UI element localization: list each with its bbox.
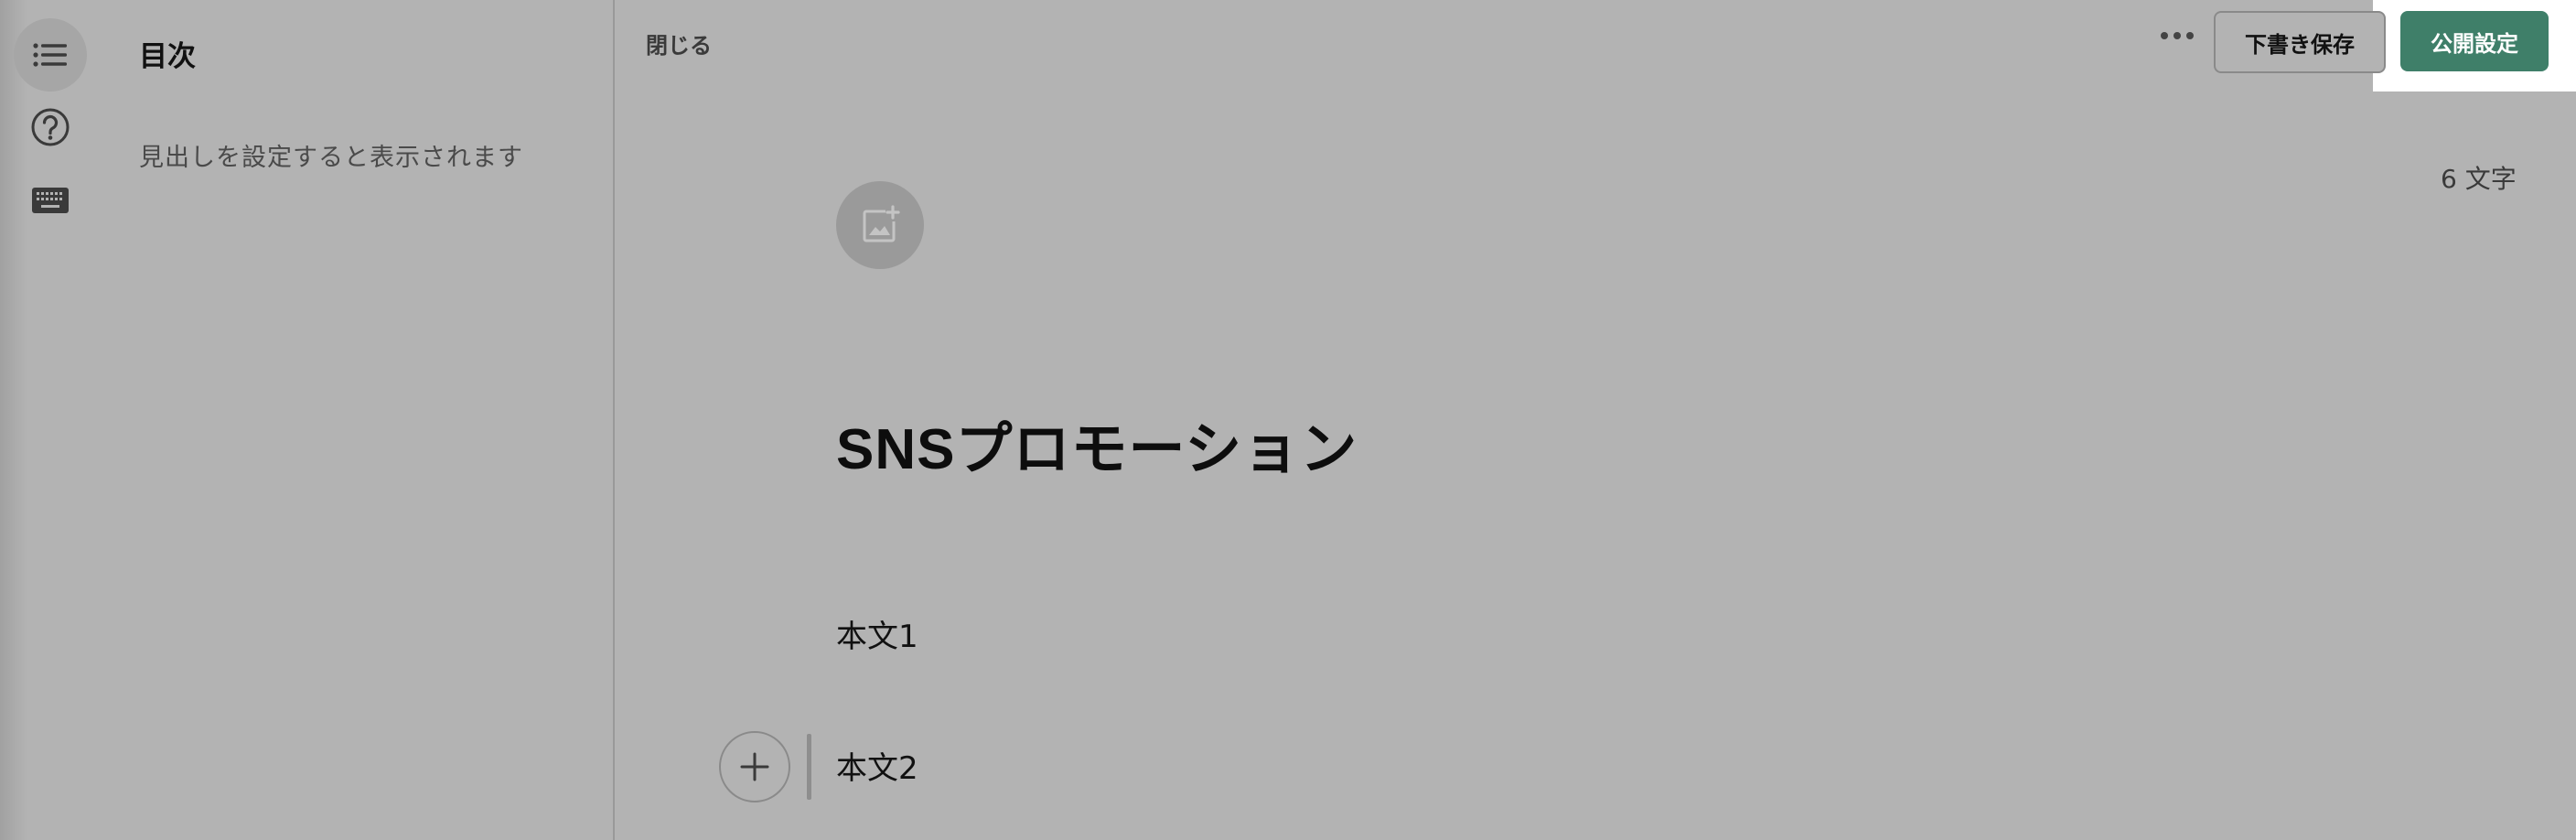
body-paragraph[interactable]: 本文1 [836, 611, 918, 656]
add-block-button[interactable] [719, 731, 790, 802]
toc-title: 目次 [139, 40, 196, 73]
editor-screen: 目次 見出しを設定すると表示されます 閉じる 下書き保存 公開設定 6 文字 S… [0, 0, 2576, 840]
ellipsis-icon [2186, 32, 2194, 39]
publish-settings-button[interactable]: 公開設定 [2400, 11, 2549, 71]
help-button[interactable] [14, 91, 87, 164]
more-options-button[interactable] [2161, 22, 2194, 49]
body-paragraph[interactable]: 本文2 [836, 743, 918, 788]
plus-icon [740, 752, 769, 781]
ellipsis-icon [2174, 32, 2181, 39]
save-draft-button[interactable]: 下書き保存 [2214, 11, 2386, 73]
active-block-indicator [807, 734, 811, 800]
image-add-icon [863, 205, 900, 242]
keyboard-icon [32, 188, 69, 213]
char-count: 6 文字 [2441, 164, 2517, 194]
add-header-image-button[interactable] [836, 181, 924, 269]
toc-toggle-button[interactable] [14, 18, 87, 92]
toc-panel: 目次 見出しを設定すると表示されます [102, 0, 615, 840]
icon-rail [0, 0, 102, 840]
ellipsis-icon [2161, 32, 2168, 39]
help-icon [31, 108, 70, 146]
toc-list-icon [33, 43, 67, 67]
close-button[interactable]: 閉じる [646, 27, 712, 59]
keyboard-shortcuts-button[interactable] [14, 164, 87, 237]
toc-empty-message: 見出しを設定すると表示されます [139, 144, 523, 172]
document-title[interactable]: SNSプロモーション [836, 403, 1358, 485]
